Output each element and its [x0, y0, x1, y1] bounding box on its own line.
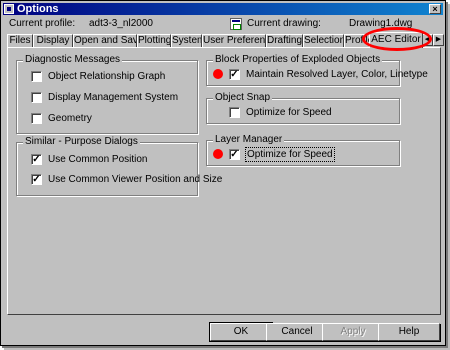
current-profile-label: Current profile:: [9, 18, 76, 29]
cancel-button[interactable]: Cancel: [266, 323, 328, 341]
app-icon: [4, 4, 14, 14]
check-label: Use Common Viewer Position and Size: [48, 174, 223, 185]
tab-display[interactable]: Display: [33, 34, 73, 47]
current-profile-value: adt3-3_nl2000: [89, 18, 153, 29]
tab-aec-editor[interactable]: AEC Editor: [369, 32, 423, 48]
checkbox-box[interactable]: [31, 113, 42, 124]
group-title: Similar - Purpose Dialogs: [23, 136, 140, 148]
check-label: Optimize for Speed: [245, 147, 335, 162]
annotation-dot: [213, 149, 223, 159]
object-snap-group: Object Snap Optimize for Speed: [206, 92, 400, 124]
check-label: Optimize for Speed: [246, 107, 332, 118]
annotation-dot: [213, 69, 223, 79]
tab-system[interactable]: System: [171, 34, 202, 47]
tab-selection[interactable]: Selection: [303, 34, 344, 47]
window-title: Options: [17, 3, 59, 15]
check-label: Use Common Position: [48, 154, 148, 165]
ok-button[interactable]: OK: [209, 322, 273, 342]
check-label: Geometry: [48, 113, 92, 124]
help-button[interactable]: Help: [378, 323, 440, 341]
checkbox-box[interactable]: ✓: [31, 174, 42, 185]
block-properties-group: Block Properties of Exploded Objects ✓ M…: [206, 54, 428, 86]
current-drawing-value: Drawing1.dwg: [349, 18, 413, 29]
similar-purpose-dialogs-group: Similar - Purpose Dialogs ✓ Use Common P…: [16, 136, 222, 196]
check-label: Maintain Resolved Layer, Color, Linetype: [246, 69, 428, 80]
tab-files[interactable]: Files: [7, 34, 33, 47]
tab-profiles[interactable]: Profiles: [344, 34, 370, 47]
profile-row: Current profile: adt3-3_nl2000 Current d…: [9, 17, 437, 31]
tab-drafting[interactable]: Drafting: [266, 34, 303, 47]
layer-manager-group: Layer Manager ✓ Optimize for Speed: [206, 134, 400, 166]
diagnostic-messages-group: Diagnostic Messages Object Relationship …: [16, 54, 198, 134]
group-title: Diagnostic Messages: [23, 54, 123, 66]
options-dialog: Options × Current profile: adt3-3_nl2000…: [0, 0, 446, 346]
tab-user-preferences[interactable]: User Preferences: [202, 34, 266, 47]
tab-strip: Files Display Open and Save Plotting Sys…: [7, 32, 444, 48]
checkbox-box[interactable]: [31, 92, 42, 103]
tab-plotting[interactable]: Plotting: [137, 34, 171, 47]
apply-button[interactable]: Apply: [322, 323, 384, 341]
close-button[interactable]: ×: [429, 4, 441, 14]
tab-open-and-save[interactable]: Open and Save: [73, 34, 137, 47]
aec-editor-panel: Diagnostic Messages Object Relationship …: [7, 47, 441, 315]
checkbox-box[interactable]: [229, 107, 240, 118]
check-label: Display Management System: [48, 92, 179, 103]
checkbox-box[interactable]: ✓: [31, 154, 42, 165]
check-label: Object Relationship Graph: [48, 71, 166, 82]
tab-scroll-left-icon[interactable]: ◀: [422, 34, 433, 46]
checkbox-box[interactable]: ✓: [229, 149, 240, 160]
checkbox-box[interactable]: [31, 71, 42, 82]
group-title: Layer Manager: [213, 134, 285, 146]
group-title: Block Properties of Exploded Objects: [213, 54, 383, 66]
group-title: Object Snap: [213, 92, 273, 104]
tab-scroll-right-icon[interactable]: ▶: [433, 34, 444, 46]
drawing-icon: [230, 18, 242, 30]
title-bar[interactable]: Options ×: [3, 3, 443, 15]
current-drawing-label: Current drawing:: [247, 18, 321, 29]
checkbox-box[interactable]: ✓: [229, 69, 240, 80]
